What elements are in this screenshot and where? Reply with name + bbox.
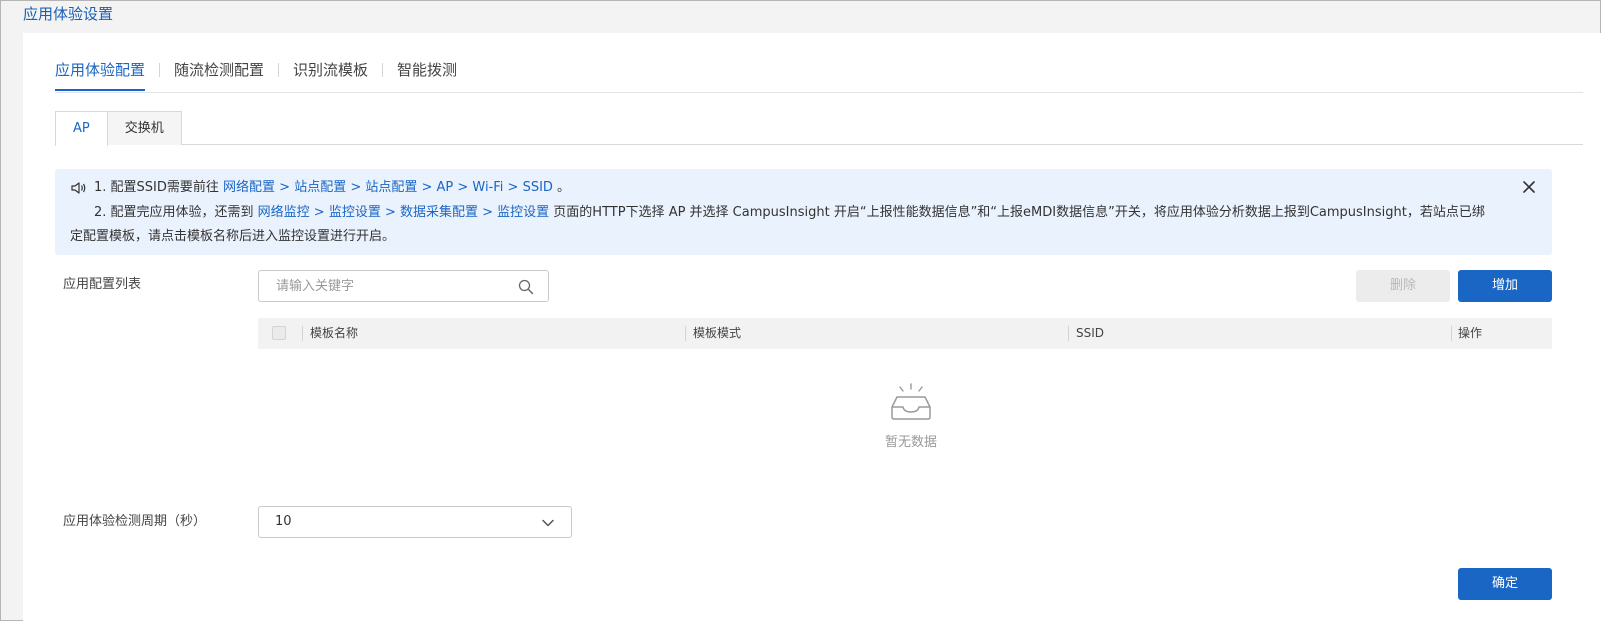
column-header-actions: 操作 — [1458, 326, 1483, 340]
app-window: 应用体验设置 应用体验配置 随流检测配置 识别流模板 智能拨测 AP 交换机 1 — [0, 0, 1601, 621]
select-value: 10 — [275, 514, 292, 529]
info-notice: 1. 配置SSID需要前往 网络配置 > 站点配置 > 站点配置 > AP > … — [55, 169, 1552, 255]
tab-flow-detection-config[interactable]: 随流检测配置 — [174, 59, 264, 90]
notice-text: 页面的HTTP下选择 AP 并选择 CampusInsight 开启“上报性能数… — [549, 205, 1485, 220]
notice-line-2: 2. 配置完应用体验，还需到 网络监控 > 监控设置 > 数据采集配置 > 监控… — [94, 203, 1485, 223]
main-tabs: 应用体验配置 随流检测配置 识别流模板 智能拨测 — [55, 59, 1583, 93]
detection-period-label: 应用体验检测周期（秒） — [63, 514, 207, 529]
empty-state: 暂无数据 — [871, 383, 951, 450]
empty-box-icon — [891, 383, 931, 420]
tab-app-experience-config[interactable]: 应用体验配置 — [55, 59, 146, 91]
confirm-button[interactable]: 确定 — [1458, 568, 1552, 600]
search-icon[interactable] — [518, 279, 534, 295]
column-divider — [685, 326, 686, 341]
speaker-icon — [71, 182, 86, 194]
monitor-settings-link[interactable]: 网络监控 > 监控设置 > 数据采集配置 > 监控设置 — [258, 205, 549, 220]
notice-line-3: 定配置模板，请点击模板名称后进入监控设置进行开启。 — [70, 229, 396, 244]
table-header: 模板名称 模板模式 SSID 操作 — [258, 318, 1552, 349]
delete-button[interactable]: 删除 — [1356, 270, 1450, 302]
ssid-config-link[interactable]: 网络配置 > 站点配置 > 站点配置 > AP > Wi-Fi > SSID — [223, 180, 553, 195]
search-input[interactable] — [260, 272, 510, 300]
tab-flow-template[interactable]: 识别流模板 — [293, 59, 368, 90]
chevron-down-icon — [542, 519, 554, 527]
device-type-tabs: AP 交换机 — [55, 111, 1583, 146]
app-config-table: 模板名称 模板模式 SSID 操作 — [258, 318, 1552, 349]
tab-divider — [382, 63, 384, 77]
page-title: 应用体验设置 — [23, 5, 114, 23]
detection-period-select[interactable]: 10 — [258, 506, 572, 538]
settings-card: 应用体验配置 随流检测配置 识别流模板 智能拨测 AP 交换机 1. 配置SSI… — [23, 33, 1601, 621]
tab-divider — [278, 63, 280, 77]
tab-smart-dial-test[interactable]: 智能拨测 — [397, 59, 457, 90]
column-divider — [302, 326, 303, 341]
column-header-template-name: 模板名称 — [310, 326, 359, 340]
notice-text: 2. 配置完应用体验，还需到 — [94, 205, 258, 220]
close-icon[interactable] — [1522, 180, 1536, 194]
search-box — [258, 270, 549, 302]
notice-line-1: 1. 配置SSID需要前往 网络配置 > 站点配置 > 站点配置 > AP > … — [94, 178, 570, 198]
column-header-ssid: SSID — [1076, 326, 1105, 340]
add-button[interactable]: 增加 — [1458, 270, 1552, 302]
column-header-template-mode: 模板模式 — [693, 326, 742, 340]
empty-text: 暂无数据 — [884, 435, 937, 450]
column-divider — [1451, 326, 1452, 341]
app-config-list-label: 应用配置列表 — [63, 277, 142, 292]
tab-ap[interactable]: AP — [55, 111, 108, 146]
tab-divider — [159, 63, 161, 77]
notice-text: 。 — [552, 180, 571, 195]
column-divider — [1068, 326, 1069, 341]
tab-switch[interactable]: 交换机 — [106, 111, 182, 145]
select-all-checkbox[interactable] — [272, 326, 286, 340]
notice-text: 1. 配置SSID需要前往 — [94, 180, 224, 195]
